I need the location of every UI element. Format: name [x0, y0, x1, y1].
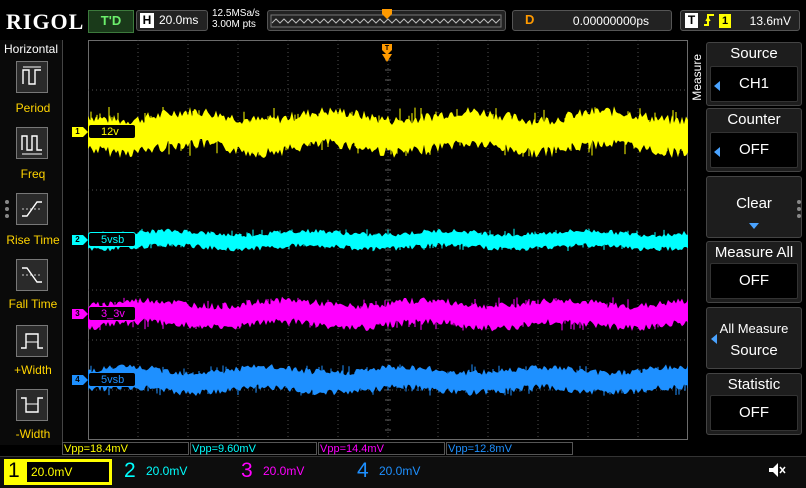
channel-1-number: 1	[8, 459, 20, 482]
rise-time-label: Rise Time	[6, 233, 60, 247]
period-button[interactable]	[16, 61, 48, 93]
negative-width-button[interactable]	[16, 389, 48, 421]
scroll-dots-icon	[5, 197, 9, 221]
source-softkey[interactable]: Source CH1	[706, 42, 802, 106]
statistic-title: Statistic	[727, 376, 781, 393]
channel-4-scale: 20.0mV	[379, 464, 421, 478]
fall-time-button[interactable]	[16, 259, 48, 291]
trigger-position-icon: T	[382, 44, 392, 62]
channel-3-status[interactable]: 3 20.0mV	[241, 459, 351, 485]
counter-softkey[interactable]: Counter OFF	[706, 108, 802, 172]
clear-softkey[interactable]: Clear	[706, 176, 802, 238]
measure-all-title: Measure All	[714, 244, 794, 261]
channel-1-label-tag[interactable]: 12v	[88, 124, 136, 139]
positive-width-button[interactable]	[16, 325, 48, 357]
horizontal-position-indicator[interactable]: D 0.00000000ps	[512, 10, 672, 31]
channel-2-status[interactable]: 2 20.0mV	[124, 459, 234, 485]
statistic-value-box: OFF	[710, 395, 798, 431]
statistic-value: OFF	[739, 404, 769, 421]
period-label: Period	[15, 101, 51, 115]
trigger-indicator[interactable]: T 1 13.6mV	[680, 10, 800, 31]
measurement-ch1: Vpp=18.4mV	[62, 442, 189, 455]
rising-edge-icon	[703, 12, 715, 31]
channel-4-number: 4	[357, 459, 369, 482]
measurement-ch2: Vpp=9.60mV	[190, 442, 317, 455]
negative-width-label: -Width	[15, 427, 51, 441]
speaker-mute-icon[interactable]	[766, 460, 788, 480]
trigger-source: 1	[719, 14, 731, 28]
scroll-dots-icon	[797, 197, 801, 221]
measure-all-value-box: OFF	[710, 263, 798, 299]
clear-title: Clear	[736, 195, 772, 212]
measure-all-softkey[interactable]: Measure All OFF	[706, 241, 802, 303]
fall-time-label: Fall Time	[8, 297, 58, 311]
panel-title: Horizontal	[4, 42, 59, 56]
trigger-key: T	[685, 13, 698, 28]
channel-4-status[interactable]: 4 20.0mV	[357, 459, 467, 485]
source-title: Source	[730, 45, 778, 62]
fall-time-icon	[22, 267, 42, 283]
menu-title: Measure	[690, 54, 704, 101]
all-measure-title: All Measure	[719, 321, 789, 336]
channel-3-offset-marker[interactable]: 3	[72, 309, 83, 319]
rise-time-button[interactable]	[16, 193, 48, 225]
frequency-button[interactable]	[16, 127, 48, 159]
delay-value: 0.00000000ps	[572, 14, 649, 28]
measure-category-panel: Horizontal Period Freq Rise Time Fall Ti…	[0, 40, 63, 445]
memory-depth: 3.00M pts	[212, 19, 256, 30]
measurement-ch4: Vpp=12.8mV	[446, 442, 573, 455]
frequency-icon	[21, 135, 42, 155]
counter-value: OFF	[739, 141, 769, 158]
sample-rate: 12.5MSa/s	[212, 8, 260, 19]
waveform-display[interactable]: T	[88, 40, 688, 440]
channel-3-scale: 20.0mV	[263, 464, 305, 478]
channel-2-offset-marker[interactable]: 2	[72, 235, 83, 245]
counter-title: Counter	[727, 111, 781, 128]
channel-1-scale-box: 20.0mV	[26, 461, 110, 483]
measure-all-value: OFF	[739, 272, 769, 289]
channel-1-offset-marker[interactable]: 1	[72, 127, 83, 137]
positive-width-icon	[21, 333, 43, 349]
delay-key: D	[525, 12, 535, 27]
frequency-label: Freq	[20, 167, 46, 181]
source-value-box: CH1	[710, 66, 798, 102]
channel-3-label-tag[interactable]: 3_3v	[88, 306, 136, 321]
timebase-key: H	[140, 13, 154, 28]
channel-3-number: 3	[241, 459, 253, 482]
source-value: CH1	[738, 75, 769, 92]
positive-width-label: +Width	[14, 363, 52, 377]
channel-4-label-tag[interactable]: 5vsb	[88, 372, 136, 387]
svg-text:T: T	[385, 45, 390, 52]
statistic-softkey[interactable]: Statistic OFF	[706, 373, 802, 435]
rise-time-icon	[22, 201, 42, 217]
trigger-position-marker-icon	[382, 9, 392, 19]
channel-2-number: 2	[124, 459, 136, 482]
brand-logo: RIGOL	[6, 9, 85, 34]
all-measure-value: Source	[730, 342, 778, 359]
channel-4-offset-marker[interactable]: 4	[72, 375, 83, 385]
submenu-arrow-icon	[749, 223, 759, 229]
trigger-level: 13.6mV	[749, 14, 791, 28]
measurement-ch3: Vpp=14.4mV	[318, 442, 445, 455]
timebase-value: 20.0ms	[159, 13, 199, 27]
channel-1-scale: 20.0mV	[31, 465, 73, 479]
channel-2-label-tag[interactable]: 5vsb	[88, 232, 136, 247]
channel-2-scale: 20.0mV	[146, 464, 188, 478]
counter-value-box: OFF	[710, 132, 798, 168]
run-status-badge[interactable]: T'D	[88, 10, 134, 33]
all-measure-source-softkey[interactable]: All Measure Source	[706, 307, 802, 369]
timebase-indicator[interactable]: H 20.0ms	[136, 10, 208, 31]
period-icon	[22, 66, 41, 85]
channel-1-status[interactable]: 1 20.0mV	[4, 459, 112, 485]
memory-overview-bar[interactable]	[267, 9, 506, 31]
acquisition-info: 12.5MSa/s 3.00M pts	[212, 8, 260, 30]
negative-width-icon	[21, 397, 43, 413]
